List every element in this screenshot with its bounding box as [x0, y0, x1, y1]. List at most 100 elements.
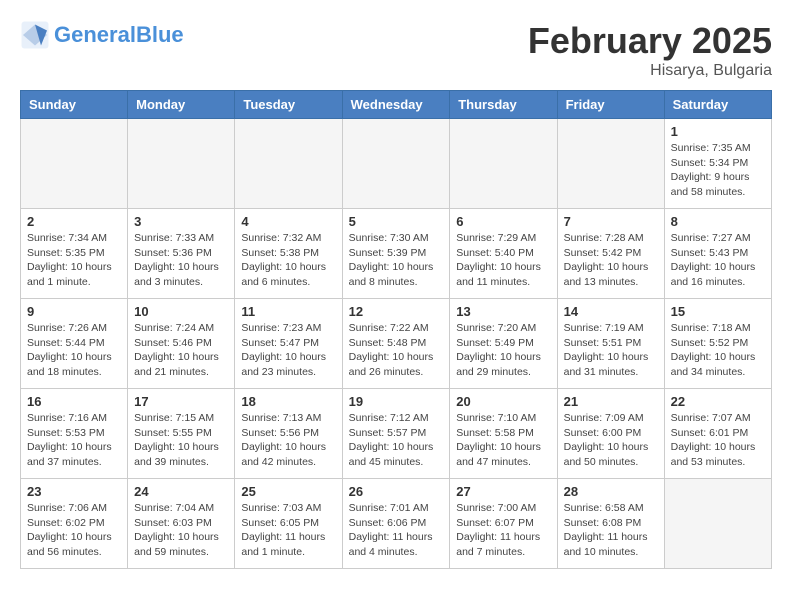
day-number: 23 [27, 484, 121, 499]
day-info: Sunrise: 7:29 AM Sunset: 5:40 PM Dayligh… [456, 231, 550, 290]
week-row-2: 9 Sunrise: 7:26 AM Sunset: 5:44 PM Daylig… [21, 299, 772, 389]
calendar-subtitle: Hisarya, Bulgaria [528, 62, 772, 80]
logo-line2: Blue [136, 22, 184, 47]
day-info: Sunrise: 7:12 AM Sunset: 5:57 PM Dayligh… [349, 411, 444, 470]
calendar-cell: 12 Sunrise: 7:22 AM Sunset: 5:48 PM Dayli… [342, 299, 450, 389]
day-number: 8 [671, 214, 765, 229]
weekday-header-thursday: Thursday [450, 91, 557, 119]
week-row-1: 2 Sunrise: 7:34 AM Sunset: 5:35 PM Daylig… [21, 209, 772, 299]
day-info: Sunrise: 7:01 AM Sunset: 6:06 PM Dayligh… [349, 501, 444, 560]
logo-icon [20, 20, 50, 50]
calendar-cell [557, 119, 664, 209]
weekday-header-row: SundayMondayTuesdayWednesdayThursdayFrid… [21, 91, 772, 119]
calendar-cell: 10 Sunrise: 7:24 AM Sunset: 5:46 PM Dayli… [128, 299, 235, 389]
day-number: 20 [456, 394, 550, 409]
day-number: 18 [241, 394, 335, 409]
calendar-cell: 4 Sunrise: 7:32 AM Sunset: 5:38 PM Daylig… [235, 209, 342, 299]
day-info: Sunrise: 7:24 AM Sunset: 5:46 PM Dayligh… [134, 321, 228, 380]
weekday-header-sunday: Sunday [21, 91, 128, 119]
weekday-header-tuesday: Tuesday [235, 91, 342, 119]
calendar-cell: 15Sunrise: 7:18 AM Sunset: 5:52 PM Dayli… [664, 299, 771, 389]
day-number: 25 [241, 484, 335, 499]
calendar-table: SundayMondayTuesdayWednesdayThursdayFrid… [20, 90, 772, 569]
day-number: 17 [134, 394, 228, 409]
day-number: 26 [349, 484, 444, 499]
calendar-cell: 26 Sunrise: 7:01 AM Sunset: 6:06 PM Dayli… [342, 479, 450, 569]
calendar-cell: 21 Sunrise: 7:09 AM Sunset: 6:00 PM Dayli… [557, 389, 664, 479]
calendar-cell: 22 Sunrise: 7:07 AM Sunset: 6:01 PM Dayli… [664, 389, 771, 479]
week-row-0: 1 Sunrise: 7:35 AM Sunset: 5:34 PM Daylig… [21, 119, 772, 209]
logo: GeneralBlue [20, 20, 184, 50]
day-number: 2 [27, 214, 121, 229]
calendar-cell: 13Sunrise: 7:20 AM Sunset: 5:49 PM Dayli… [450, 299, 557, 389]
day-number: 21 [564, 394, 658, 409]
weekday-header-wednesday: Wednesday [342, 91, 450, 119]
day-info: Sunrise: 7:06 AM Sunset: 6:02 PM Dayligh… [27, 501, 121, 560]
calendar-cell [664, 479, 771, 569]
weekday-header-monday: Monday [128, 91, 235, 119]
calendar-cell: 27 Sunrise: 7:00 AM Sunset: 6:07 PM Dayli… [450, 479, 557, 569]
day-number: 14 [564, 304, 658, 319]
day-info: Sunrise: 7:10 AM Sunset: 5:58 PM Dayligh… [456, 411, 550, 470]
weekday-header-friday: Friday [557, 91, 664, 119]
calendar-cell: 18 Sunrise: 7:13 AM Sunset: 5:56 PM Dayli… [235, 389, 342, 479]
day-info: Sunrise: 7:03 AM Sunset: 6:05 PM Dayligh… [241, 501, 335, 560]
weekday-header-saturday: Saturday [664, 91, 771, 119]
day-info: Sunrise: 7:34 AM Sunset: 5:35 PM Dayligh… [27, 231, 121, 290]
day-info: Sunrise: 7:09 AM Sunset: 6:00 PM Dayligh… [564, 411, 658, 470]
day-number: 12 [349, 304, 444, 319]
calendar-cell: 25 Sunrise: 7:03 AM Sunset: 6:05 PM Dayli… [235, 479, 342, 569]
calendar-cell: 9 Sunrise: 7:26 AM Sunset: 5:44 PM Daylig… [21, 299, 128, 389]
calendar-cell [128, 119, 235, 209]
day-number: 22 [671, 394, 765, 409]
day-info: Sunrise: 7:23 AM Sunset: 5:47 PM Dayligh… [241, 321, 335, 380]
calendar-cell: 2 Sunrise: 7:34 AM Sunset: 5:35 PM Daylig… [21, 209, 128, 299]
day-info: Sunrise: 7:22 AM Sunset: 5:48 PM Dayligh… [349, 321, 444, 380]
calendar-cell: 16 Sunrise: 7:16 AM Sunset: 5:53 PM Dayli… [21, 389, 128, 479]
calendar-cell: 17Sunrise: 7:15 AM Sunset: 5:55 PM Dayli… [128, 389, 235, 479]
day-number: 4 [241, 214, 335, 229]
calendar-cell: 24Sunrise: 7:04 AM Sunset: 6:03 PM Dayli… [128, 479, 235, 569]
day-info: Sunrise: 7:33 AM Sunset: 5:36 PM Dayligh… [134, 231, 228, 290]
day-number: 5 [349, 214, 444, 229]
day-info: Sunrise: 7:13 AM Sunset: 5:56 PM Dayligh… [241, 411, 335, 470]
calendar-cell: 19 Sunrise: 7:12 AM Sunset: 5:57 PM Dayli… [342, 389, 450, 479]
calendar-cell: 7Sunrise: 7:28 AM Sunset: 5:42 PM Daylig… [557, 209, 664, 299]
day-number: 16 [27, 394, 121, 409]
day-info: Sunrise: 7:00 AM Sunset: 6:07 PM Dayligh… [456, 501, 550, 560]
calendar-cell: 28 Sunrise: 6:58 AM Sunset: 6:08 PM Dayli… [557, 479, 664, 569]
calendar-title: February 2025 [528, 20, 772, 62]
day-number: 28 [564, 484, 658, 499]
day-number: 15 [671, 304, 765, 319]
day-info: Sunrise: 7:20 AM Sunset: 5:49 PM Dayligh… [456, 321, 550, 380]
calendar-cell: 5 Sunrise: 7:30 AM Sunset: 5:39 PM Daylig… [342, 209, 450, 299]
day-info: Sunrise: 7:04 AM Sunset: 6:03 PM Dayligh… [134, 501, 228, 560]
day-number: 9 [27, 304, 121, 319]
day-info: Sunrise: 7:32 AM Sunset: 5:38 PM Dayligh… [241, 231, 335, 290]
day-info: Sunrise: 7:16 AM Sunset: 5:53 PM Dayligh… [27, 411, 121, 470]
day-info: Sunrise: 7:19 AM Sunset: 5:51 PM Dayligh… [564, 321, 658, 380]
day-number: 11 [241, 304, 335, 319]
day-number: 1 [671, 124, 765, 139]
week-row-4: 23 Sunrise: 7:06 AM Sunset: 6:02 PM Dayli… [21, 479, 772, 569]
day-number: 27 [456, 484, 550, 499]
day-number: 6 [456, 214, 550, 229]
calendar-cell [235, 119, 342, 209]
calendar-cell: 3Sunrise: 7:33 AM Sunset: 5:36 PM Daylig… [128, 209, 235, 299]
calendar-cell: 8 Sunrise: 7:27 AM Sunset: 5:43 PM Daylig… [664, 209, 771, 299]
day-info: Sunrise: 6:58 AM Sunset: 6:08 PM Dayligh… [564, 501, 658, 560]
page-header: GeneralBlue February 2025 Hisarya, Bulga… [20, 20, 772, 80]
calendar-cell: 11 Sunrise: 7:23 AM Sunset: 5:47 PM Dayli… [235, 299, 342, 389]
day-info: Sunrise: 7:30 AM Sunset: 5:39 PM Dayligh… [349, 231, 444, 290]
day-info: Sunrise: 7:35 AM Sunset: 5:34 PM Dayligh… [671, 141, 765, 200]
day-info: Sunrise: 7:28 AM Sunset: 5:42 PM Dayligh… [564, 231, 658, 290]
day-number: 19 [349, 394, 444, 409]
day-info: Sunrise: 7:26 AM Sunset: 5:44 PM Dayligh… [27, 321, 121, 380]
title-block: February 2025 Hisarya, Bulgaria [528, 20, 772, 80]
day-info: Sunrise: 7:27 AM Sunset: 5:43 PM Dayligh… [671, 231, 765, 290]
logo-text: GeneralBlue [54, 23, 184, 47]
calendar-cell: 6 Sunrise: 7:29 AM Sunset: 5:40 PM Daylig… [450, 209, 557, 299]
day-number: 10 [134, 304, 228, 319]
day-info: Sunrise: 7:07 AM Sunset: 6:01 PM Dayligh… [671, 411, 765, 470]
calendar-cell [342, 119, 450, 209]
